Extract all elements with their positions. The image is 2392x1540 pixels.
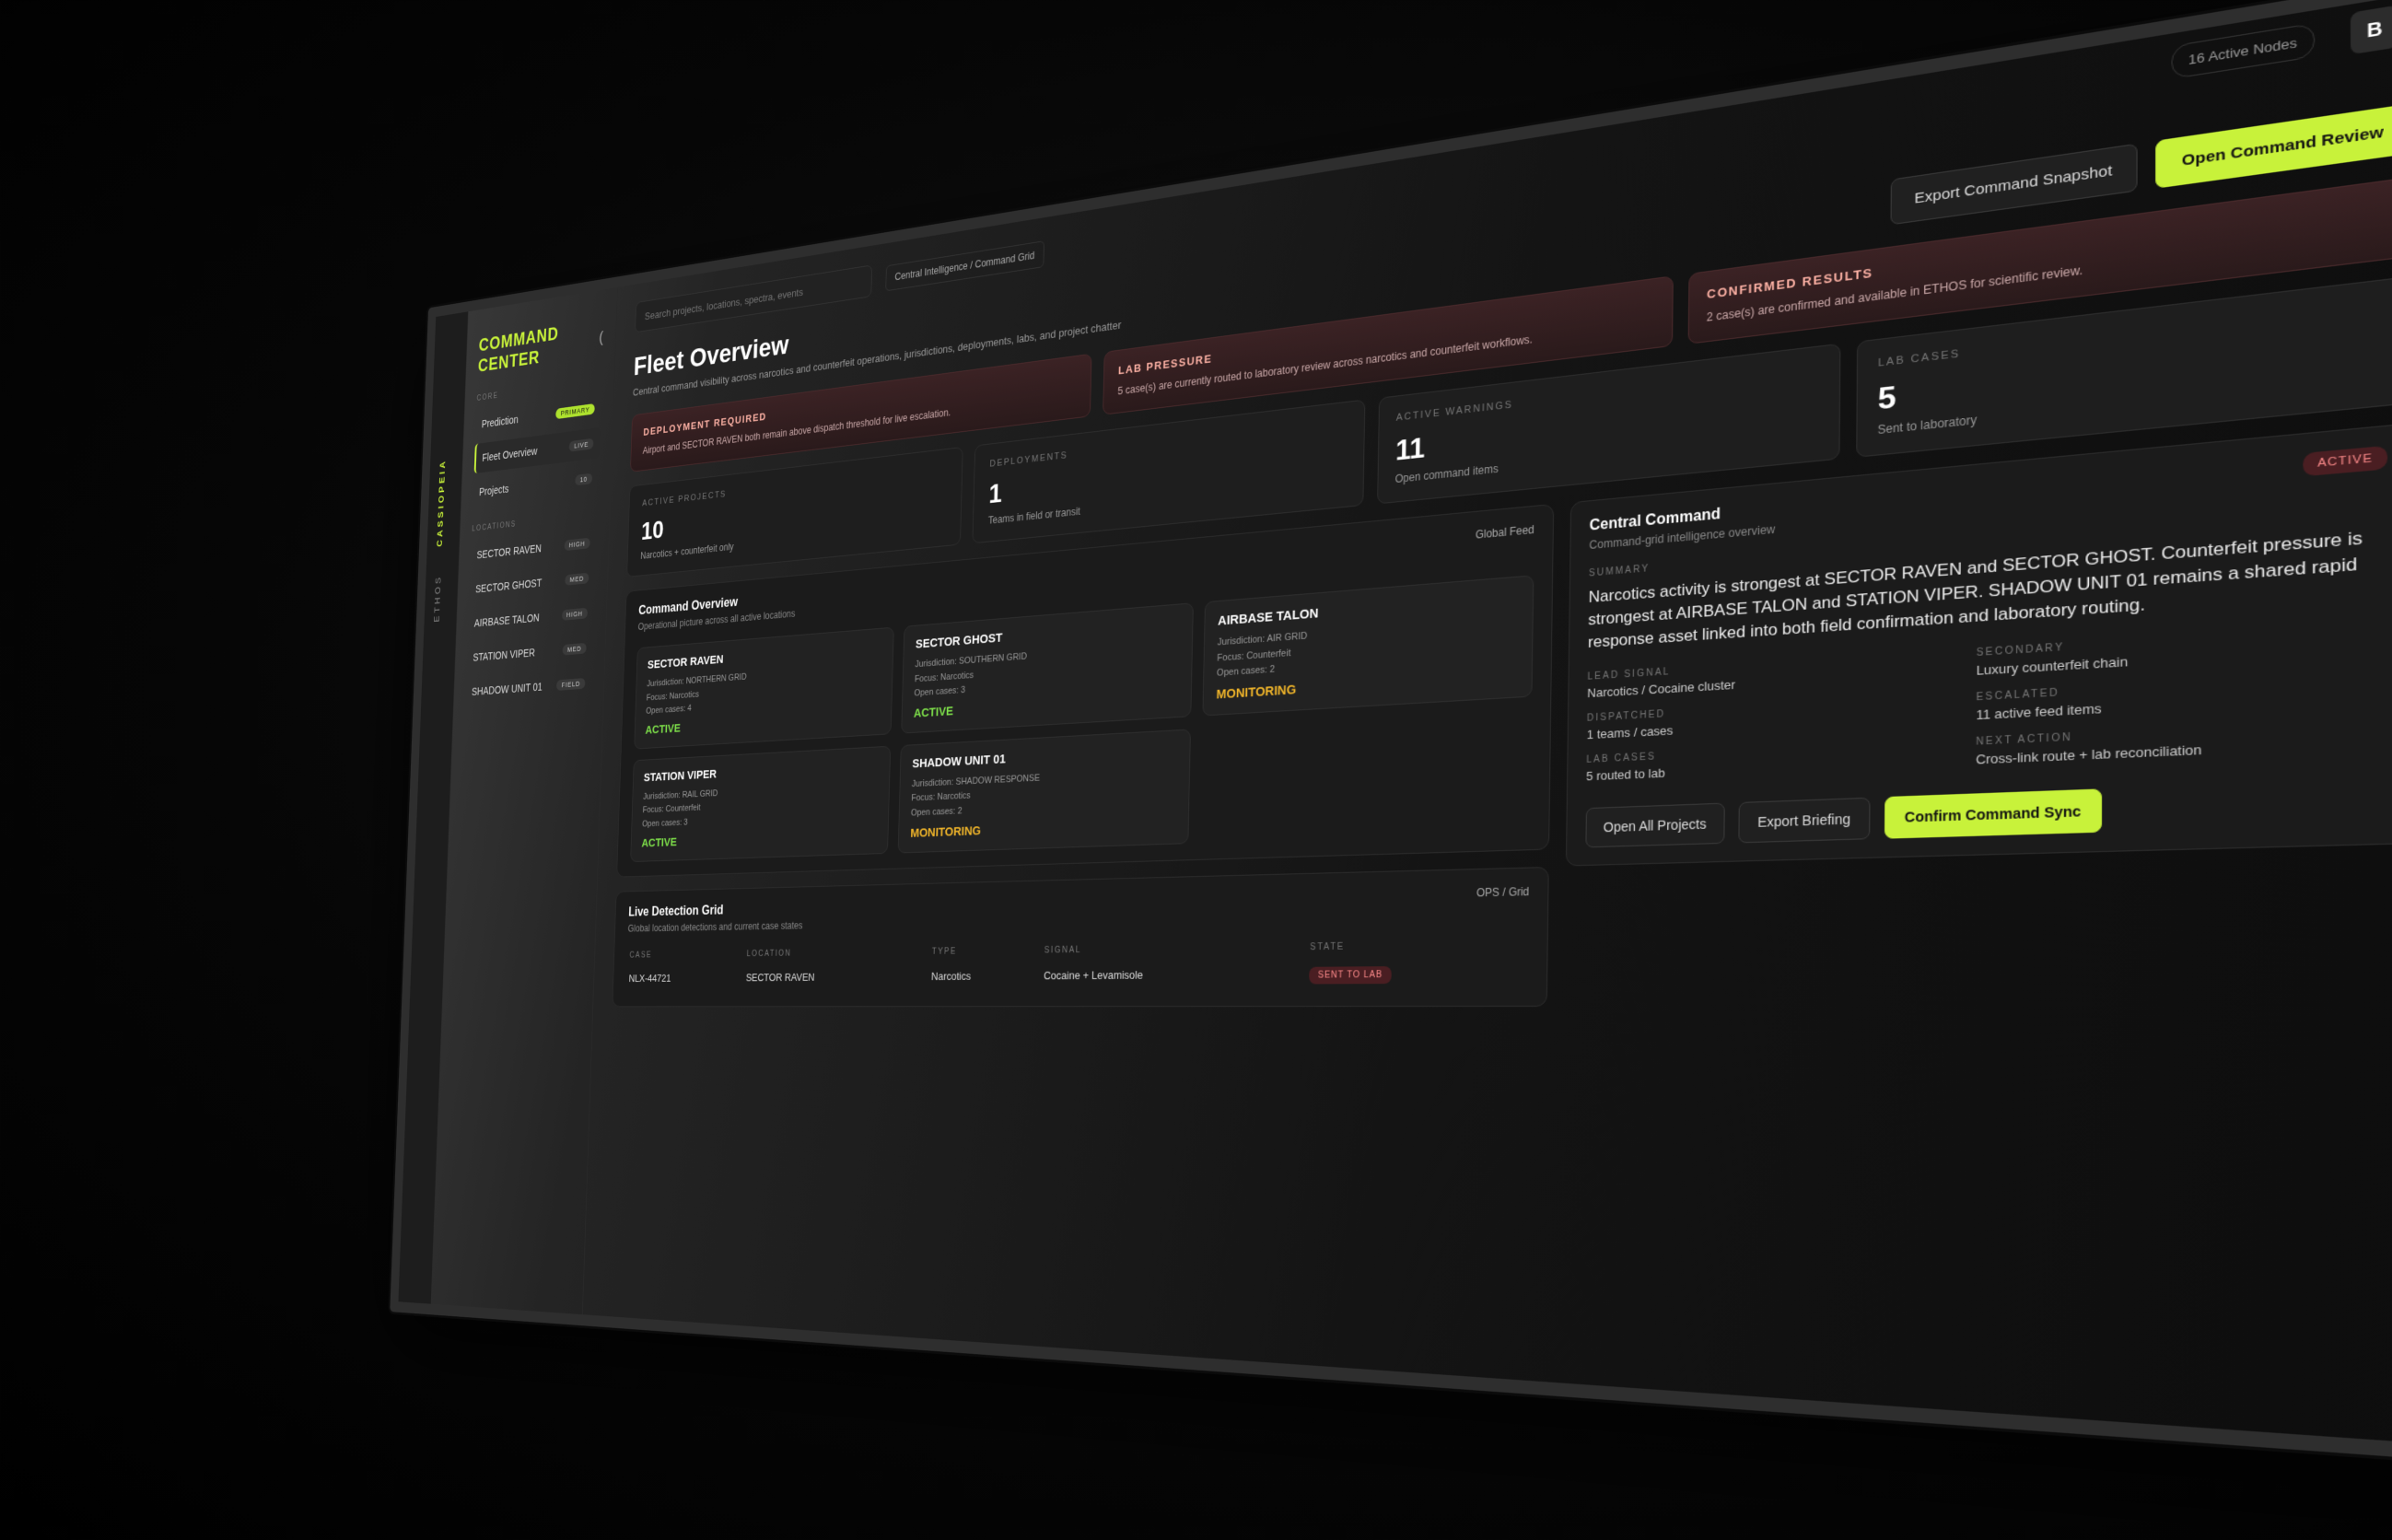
brand-cassiopeia: CASSIOPEIA — [435, 458, 448, 548]
collapse-icon[interactable]: ( — [599, 329, 603, 347]
detection-table: CASE LOCATION TYPE SIGNAL STATE NLX-4472… — [625, 934, 1528, 992]
location-card-station-viper[interactable]: STATION VIPER Jurisdiction: RAIL GRID Fo… — [630, 745, 892, 862]
cell-state: SENT TO LAB — [1306, 955, 1529, 989]
open-all-projects-button[interactable]: Open All Projects — [1585, 802, 1725, 848]
app-screen: ETHOS CASSIOPEIA COMMAND CENTER ( CORE P… — [398, 0, 2392, 1446]
sidebar-item-label: Projects — [478, 482, 509, 498]
sidebar-item-label: STATION VIPER — [473, 646, 536, 664]
sidebar-item-badge: HIGH — [561, 607, 589, 621]
column-header[interactable]: LOCATION — [743, 942, 929, 963]
sidebar-item-airbase-talon[interactable]: AIRBASE TALON HIGH — [468, 597, 594, 638]
status-badge: ACTIVE — [2303, 445, 2388, 477]
brand-wordmark: ETHOS CASSIOPEIA — [432, 459, 447, 623]
monitor-frame: ETHOS CASSIOPEIA COMMAND CENTER ( CORE P… — [390, 0, 2392, 1464]
location-card-sector-ghost[interactable]: SECTOR GHOST Jurisdiction: SOUTHERN GRID… — [901, 602, 1194, 734]
location-card-shadow-unit-01[interactable]: SHADOW UNIT 01 Jurisdiction: SHADOW RESP… — [897, 729, 1191, 854]
sidebar-item-label: SECTOR GHOST — [475, 576, 543, 595]
state-badge: SENT TO LAB — [1309, 965, 1392, 985]
export-snapshot-button[interactable]: Export Command Snapshot — [1890, 143, 2139, 226]
column-header[interactable]: TYPE — [928, 940, 1041, 962]
sidebar-item-badge: FIELD — [556, 678, 586, 691]
sidebar-item-label: SECTOR RAVEN — [476, 542, 543, 561]
sidebar-item-label: Fleet Overview — [482, 444, 538, 464]
cell-type: Narcotics — [930, 969, 972, 983]
sidebar-item-badge: MED — [565, 572, 589, 586]
sidebar-item-shadow-unit-01[interactable]: SHADOW UNIT 01 FIELD — [465, 668, 591, 707]
sidebar-item-label: AIRBASE TALON — [473, 611, 540, 630]
cell-case: NLX-44721 — [628, 972, 671, 985]
column-header[interactable]: STATE — [1306, 934, 1528, 958]
main-content: Central Intelligence / Command Grid 16 A… — [583, 0, 2392, 1445]
sidebar-item-badge: LIVE — [568, 438, 594, 452]
sidebar-item-badge: PRIMARY — [555, 402, 595, 420]
field-lead-signal: LEAD SIGNAL Narcotics / Cocaine cluster — [1587, 650, 1944, 700]
global-feed-tag[interactable]: Global Feed — [1475, 523, 1534, 562]
column-header[interactable]: CASE — [626, 945, 744, 964]
confirm-command-sync-button[interactable]: Confirm Command Sync — [1884, 788, 2103, 840]
field-secondary: SECONDARY Luxury counterfeit chain — [1976, 623, 2388, 679]
export-briefing-button[interactable]: Export Briefing — [1738, 798, 1871, 844]
column-header[interactable]: SIGNAL — [1041, 937, 1307, 960]
location-status: ACTIVE — [641, 834, 678, 850]
sidebar-item-label: SHADOW UNIT 01 — [471, 680, 543, 698]
field-escalated: ESCALATED 11 active feed items — [1976, 670, 2388, 723]
field-dispatched: DISPATCHED 1 teams / cases — [1587, 694, 1944, 741]
panel-title: Live Detection Grid — [628, 903, 724, 919]
breadcrumb[interactable]: Central Intelligence / Command Grid — [885, 240, 1045, 292]
sidebar-item-station-viper[interactable]: STATION VIPER MED — [467, 633, 593, 673]
stage: ETHOS CASSIOPEIA COMMAND CENTER ( CORE P… — [0, 0, 2392, 1540]
sidebar-title: COMMAND CENTER — [477, 323, 559, 377]
cell-signal: Cocaine + Levamisole — [1043, 967, 1144, 982]
location-card-airbase-talon[interactable]: AIRBASE TALON Jurisdiction: AIR GRID Foc… — [1202, 575, 1534, 717]
sidebar-item-label: Prediction — [481, 413, 519, 430]
central-command-panel: Central Command Command-grid intelligenc… — [1565, 422, 2392, 867]
panel-subtitle: Global location detections and current c… — [627, 919, 803, 934]
field-lab-cases: LAB CASES 5 routed to lab — [1586, 739, 1943, 784]
ops-grid-tag[interactable]: OPS / Grid — [1476, 885, 1529, 920]
sidebar-item-badge: HIGH — [564, 537, 590, 552]
sidebar-item-badge: MED — [562, 642, 587, 656]
avatar[interactable]: B — [2350, 5, 2392, 55]
live-detection-grid-panel: Live Detection Grid Global location dete… — [612, 866, 1549, 1007]
sidebar-item-badge: 10 — [575, 472, 593, 486]
cell-location: SECTOR RAVEN — [745, 970, 815, 984]
location-card-sector-raven[interactable]: SECTOR RAVEN Jurisdiction: NORTHERN GRID… — [634, 626, 894, 750]
field-next-action: NEXT ACTION Cross-link route + lab recon… — [1976, 718, 2389, 767]
open-command-review-button[interactable]: Open Command Review — [2155, 103, 2392, 189]
brand-ethos: ETHOS — [432, 574, 443, 623]
